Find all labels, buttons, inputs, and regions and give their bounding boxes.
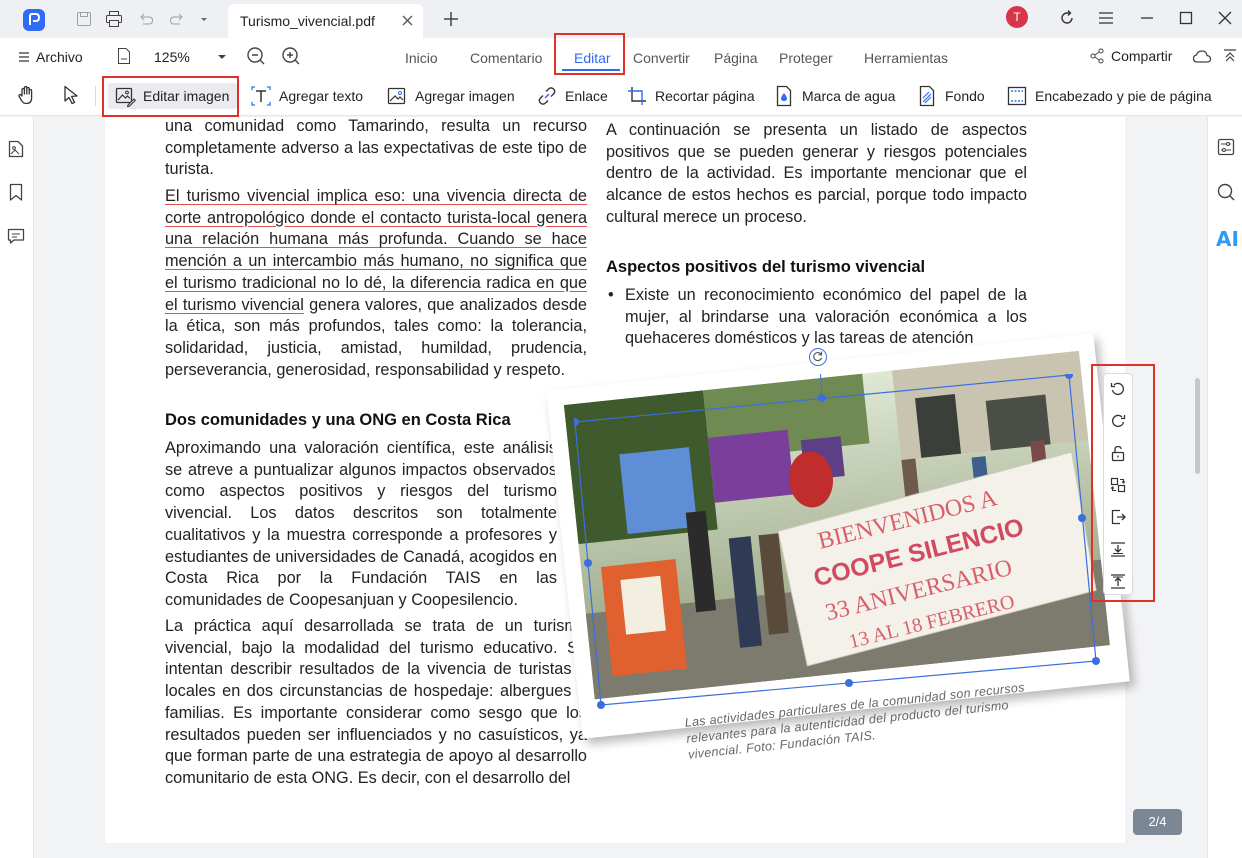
community-photo: BIENVENIDOS A COOPE SILENCIO 33 ANIVERSA… <box>563 350 1110 700</box>
align-top-icon[interactable] <box>1109 572 1127 590</box>
minimize-icon[interactable] <box>1138 9 1156 27</box>
link-button[interactable]: Enlace <box>536 83 608 109</box>
thumbnails-icon[interactable] <box>6 139 26 159</box>
select-cursor-icon[interactable] <box>60 84 82 106</box>
tab-proteger[interactable]: Proteger <box>779 50 833 66</box>
bullet-item-1[interactable]: Existe un reconocimiento económico del p… <box>625 285 1027 350</box>
watermark-icon <box>773 85 795 107</box>
paragraph-left-4[interactable]: La práctica aquí desarrollada se trata d… <box>165 616 587 790</box>
unlock-icon[interactable] <box>1109 444 1127 462</box>
paragraph-left-2[interactable]: El turismo vivencial implica eso: una vi… <box>165 186 587 381</box>
paragraph-left-3[interactable]: Aproximando una valoración científica, e… <box>165 438 557 612</box>
document-tab-title: Turismo_vivencial.pdf <box>240 13 375 29</box>
edit-image-label: Editar imagen <box>143 88 230 104</box>
quick-access-dropdown-icon[interactable] <box>198 10 210 28</box>
undo-icon[interactable] <box>137 10 155 28</box>
add-text-button[interactable]: Agregar texto <box>250 83 363 109</box>
zoom-dropdown-icon[interactable] <box>217 53 227 61</box>
header-footer-icon <box>1006 85 1028 107</box>
image-action-toolbar <box>1103 373 1133 595</box>
toolbar-divider <box>95 86 96 106</box>
crop-page-label: Recortar página <box>655 88 755 104</box>
tab-editar[interactable]: Editar <box>574 50 611 66</box>
vertical-scrollbar[interactable] <box>1195 378 1200 474</box>
background-label: Fondo <box>945 88 985 104</box>
tab-pagina[interactable]: Página <box>714 50 758 66</box>
align-bottom-icon[interactable] <box>1109 540 1127 558</box>
edit-toolbar: Editar imagen Agregar texto Agregar imag… <box>0 76 1242 116</box>
save-icon[interactable] <box>75 10 93 28</box>
add-image-button[interactable]: Agregar imagen <box>386 83 515 109</box>
paragraph-right-1[interactable]: A continuación se presenta un listado de… <box>606 120 1027 229</box>
zoom-level[interactable]: 125% <box>154 49 190 65</box>
edit-image-icon <box>114 85 136 107</box>
close-tab-icon[interactable] <box>401 14 414 27</box>
rotate-right-icon[interactable] <box>1109 412 1127 430</box>
link-icon <box>536 85 558 107</box>
crop-icon <box>626 85 648 107</box>
active-tab-indicator <box>562 69 620 71</box>
hamburger-icon <box>19 52 29 62</box>
header-footer-label: Encabezado y pie de página <box>1035 88 1212 104</box>
link-label: Enlace <box>565 88 608 104</box>
paragraph-left-1[interactable]: una comunidad como Tamarindo, resulta un… <box>165 117 587 181</box>
title-bar: Turismo_vivencial.pdf T <box>0 0 1242 38</box>
background-button[interactable]: Fondo <box>916 83 985 109</box>
heading-dos-comunidades: Dos comunidades y una ONG en Costa Rica <box>165 411 511 429</box>
zoom-out-icon[interactable] <box>246 46 266 66</box>
tab-inicio[interactable]: Inicio <box>405 50 438 66</box>
share-label: Compartir <box>1111 48 1173 64</box>
app-logo-icon[interactable] <box>23 9 45 31</box>
right-sidebar: AI <box>1207 117 1242 858</box>
new-tab-icon[interactable] <box>442 10 460 28</box>
menu-bar: Archivo 125% Inicio Comentario Editar Co… <box>0 38 1242 76</box>
add-text-label: Agregar texto <box>279 88 364 104</box>
add-image-label: Agregar imagen <box>415 88 515 104</box>
left-sidebar <box>0 117 34 858</box>
share-icon <box>1090 48 1104 64</box>
watermark-label: Marca de agua <box>802 88 896 104</box>
rotate-handle-icon[interactable] <box>809 348 827 366</box>
print-icon[interactable] <box>105 10 123 28</box>
cloud-icon[interactable] <box>1192 48 1212 66</box>
close-window-icon[interactable] <box>1216 9 1234 27</box>
bullet-mark: • <box>608 286 614 304</box>
heading-aspectos-positivos: Aspectos positivos del turismo vivencial <box>606 258 926 276</box>
maximize-icon[interactable] <box>1177 9 1195 27</box>
tab-comentario[interactable]: Comentario <box>470 50 542 66</box>
menu-icon[interactable] <box>1097 9 1115 27</box>
background-icon <box>916 85 938 107</box>
share-button[interactable]: Compartir <box>1089 48 1172 64</box>
edit-image-button[interactable]: Editar imagen <box>108 83 238 109</box>
tab-herramientas[interactable]: Herramientas <box>864 50 948 66</box>
file-menu[interactable]: Archivo <box>18 49 83 65</box>
page-fit-icon[interactable] <box>116 47 132 65</box>
hand-tool-icon[interactable] <box>16 84 38 106</box>
watermark-button[interactable]: Marca de agua <box>773 83 895 109</box>
page-indicator[interactable]: 2/4 <box>1133 809 1182 835</box>
properties-icon[interactable] <box>1216 137 1236 157</box>
extract-image-icon[interactable] <box>1109 508 1127 526</box>
user-avatar[interactable]: T <box>1006 6 1028 28</box>
rotate-left-icon[interactable] <box>1109 380 1127 398</box>
tab-convertir[interactable]: Convertir <box>633 50 690 66</box>
file-menu-label: Archivo <box>36 49 83 65</box>
document-tab[interactable]: Turismo_vivencial.pdf <box>228 4 423 38</box>
redo-icon[interactable] <box>168 10 186 28</box>
zoom-in-icon[interactable] <box>281 46 301 66</box>
add-image-icon <box>386 85 408 107</box>
comments-panel-icon[interactable] <box>6 226 26 246</box>
search-icon[interactable] <box>1216 182 1236 202</box>
replace-image-icon[interactable] <box>1109 476 1127 494</box>
header-footer-button[interactable]: Encabezado y pie de página <box>1006 83 1212 109</box>
collapse-ribbon-icon[interactable] <box>1223 48 1237 64</box>
sync-icon[interactable] <box>1058 9 1076 27</box>
bookmark-icon[interactable] <box>6 182 26 202</box>
crop-page-button[interactable]: Recortar página <box>626 83 755 109</box>
ai-assistant-icon[interactable]: AI <box>1216 227 1239 251</box>
add-text-icon <box>250 85 272 107</box>
